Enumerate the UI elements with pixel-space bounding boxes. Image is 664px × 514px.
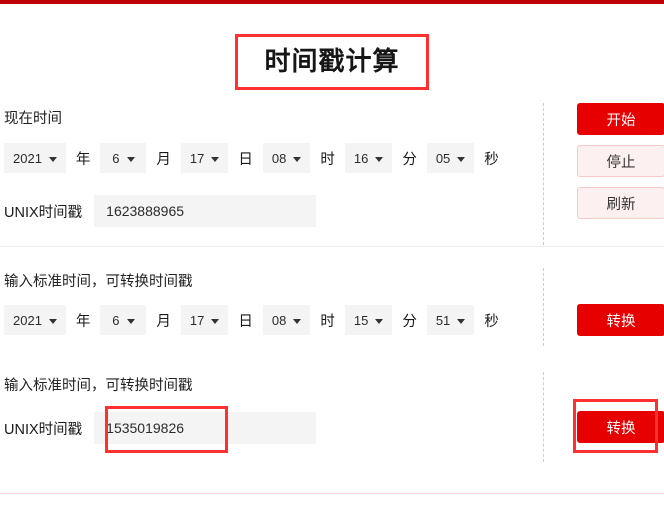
convert-second-value: 51 <box>435 312 451 328</box>
section-current-time: 现在时间 2021 年 6 月 17 日 08 时 16 分 05 秒 UNIX… <box>0 103 664 245</box>
page-title-highlight-box: 时间戳计算 <box>235 34 429 90</box>
top-accent-bar <box>0 0 664 4</box>
chevron-down-icon <box>126 318 135 324</box>
chevron-down-icon <box>293 318 302 324</box>
section-time-to-timestamp: 输入标准时间，可转换时间戳 2021 年 6 月 17 日 08 时 15 分 … <box>0 268 664 346</box>
current-month-unit: 月 <box>156 151 171 168</box>
current-minute-value: 16 <box>353 150 369 166</box>
convert-to-time-button[interactable]: 转换 <box>577 411 664 443</box>
stop-button[interactable]: 停止 <box>577 145 664 177</box>
convert-hour-select[interactable]: 08 <box>262 305 311 335</box>
timestamp-to-time-buttons: 转换 <box>577 411 664 443</box>
current-month-select[interactable]: 6 <box>100 143 147 173</box>
current-hour-unit: 时 <box>320 151 335 168</box>
chevron-down-icon <box>48 318 57 324</box>
convert-second-unit: 秒 <box>484 313 499 330</box>
chevron-down-icon <box>126 156 135 162</box>
chevron-down-icon <box>375 156 384 162</box>
convert-minute-unit: 分 <box>402 313 417 330</box>
current-second-unit: 秒 <box>484 151 499 168</box>
convert-hour-value: 08 <box>271 312 287 328</box>
current-second-select[interactable]: 05 <box>426 143 475 173</box>
page-title: 时间戳计算 <box>264 46 400 76</box>
current-year-value: 2021 <box>13 150 42 166</box>
convert-hour-unit: 时 <box>320 313 335 330</box>
convert-to-timestamp-button[interactable]: 转换 <box>577 304 664 336</box>
time-to-timestamp-date-row: 2021 年 6 月 17 日 08 时 15 分 51 秒 <box>4 305 509 335</box>
convert-day-value: 17 <box>189 312 205 328</box>
current-minute-select[interactable]: 16 <box>344 143 393 173</box>
current-year-unit: 年 <box>75 151 91 168</box>
time-to-timestamp-right-panel: 转换 <box>543 268 664 346</box>
refresh-button[interactable]: 刷新 <box>577 187 664 219</box>
current-day-select[interactable]: 17 <box>180 143 229 173</box>
timestamp-to-time-input-row: UNIX时间戳 1535019826 <box>4 412 317 444</box>
current-day-value: 17 <box>189 150 205 166</box>
current-timestamp-input[interactable]: 1623888965 <box>94 195 317 227</box>
convert-year-unit: 年 <box>75 313 91 330</box>
page-title-wrap: 时间戳计算 <box>0 34 664 90</box>
convert-month-value: 6 <box>112 312 120 328</box>
section-divider-1 <box>0 246 664 247</box>
convert-minute-value: 15 <box>353 312 369 328</box>
current-hour-value: 08 <box>271 150 287 166</box>
timestamp-to-time-right-panel: 转换 <box>543 372 664 462</box>
current-second-value: 05 <box>435 150 451 166</box>
chevron-down-icon <box>211 156 220 162</box>
chevron-down-icon <box>48 156 57 162</box>
chevron-down-icon <box>457 156 466 162</box>
start-button[interactable]: 开始 <box>577 103 664 135</box>
bottom-divider <box>0 493 664 494</box>
current-timestamp-label: UNIX时间戳 <box>4 204 83 221</box>
current-timestamp-value: 1623888965 <box>106 203 185 219</box>
chevron-down-icon <box>375 318 384 324</box>
convert-day-unit: 日 <box>238 313 253 330</box>
chevron-down-icon <box>457 318 466 324</box>
current-time-buttons: 开始 停止 刷新 <box>577 103 664 219</box>
current-year-select[interactable]: 2021 <box>4 143 66 173</box>
current-time-label: 现在时间 <box>4 111 62 127</box>
time-to-timestamp-buttons: 转换 <box>577 304 664 336</box>
current-timestamp-row: UNIX时间戳 1623888965 <box>4 195 317 227</box>
convert-year-select[interactable]: 2021 <box>4 305 66 335</box>
chevron-down-icon <box>211 318 220 324</box>
current-minute-unit: 分 <box>402 151 417 168</box>
current-month-value: 6 <box>112 150 120 166</box>
current-hour-select[interactable]: 08 <box>262 143 311 173</box>
input-timestamp-label: UNIX时间戳 <box>4 421 83 438</box>
input-timestamp-value: 1535019826 <box>106 420 185 436</box>
convert-minute-select[interactable]: 15 <box>344 305 393 335</box>
convert-month-unit: 月 <box>156 313 171 330</box>
timestamp-to-time-label: 输入标准时间，可转换时间戳 <box>4 378 193 394</box>
current-time-right-panel: 开始 停止 刷新 <box>543 103 664 245</box>
current-time-date-row: 2021 年 6 月 17 日 08 时 16 分 05 秒 <box>4 143 509 173</box>
convert-day-select[interactable]: 17 <box>180 305 229 335</box>
time-to-timestamp-label: 输入标准时间，可转换时间戳 <box>4 274 193 290</box>
section-timestamp-to-time: 输入标准时间，可转换时间戳 UNIX时间戳 1535019826 转换 <box>0 372 664 462</box>
input-timestamp-input[interactable]: 1535019826 <box>94 412 317 444</box>
current-day-unit: 日 <box>238 151 253 168</box>
convert-year-value: 2021 <box>13 312 42 328</box>
convert-second-select[interactable]: 51 <box>426 305 475 335</box>
convert-month-select[interactable]: 6 <box>100 305 147 335</box>
chevron-down-icon <box>293 156 302 162</box>
